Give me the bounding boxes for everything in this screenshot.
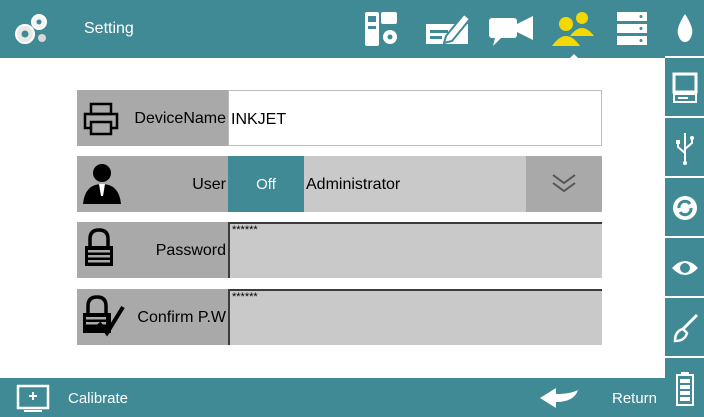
device-name-label-cell: DeviceName: [77, 90, 228, 146]
top-bar: Setting: [0, 0, 665, 60]
printer-icon: [83, 102, 119, 136]
calibrate-button[interactable]: Calibrate: [68, 390, 128, 407]
server-icon[interactable]: [614, 10, 650, 48]
lock-check-icon: [83, 295, 125, 337]
user-selected-value: Administrator: [306, 176, 401, 193]
user-select[interactable]: Administrator: [304, 156, 602, 212]
user-label: User: [192, 176, 226, 193]
confirm-password-input[interactable]: ******: [228, 289, 602, 345]
device-name-row: DeviceName INKJET: [77, 90, 602, 146]
user-row: User Off Administrator: [77, 156, 602, 212]
device-settings-icon[interactable]: [363, 10, 399, 48]
dropdown-button[interactable]: [526, 156, 602, 212]
confirm-value: ******: [232, 291, 258, 303]
camera-icon[interactable]: [487, 10, 535, 48]
password-value: ******: [232, 224, 258, 236]
chevron-down-double-icon: [552, 174, 576, 193]
device-name-value: INKJET: [231, 111, 287, 128]
password-input[interactable]: ******: [228, 222, 602, 278]
right-sidebar: [665, 0, 704, 417]
eye-icon[interactable]: [665, 240, 704, 298]
confirm-password-row: Confirm P.W ******: [77, 289, 602, 345]
user-label-cell: User: [77, 156, 228, 212]
calibrate-icon[interactable]: [16, 384, 50, 414]
return-icon[interactable]: [538, 386, 580, 410]
settings-gears-icon[interactable]: [12, 10, 50, 48]
device-name-input[interactable]: INKJET: [228, 90, 602, 146]
password-label: Password: [155, 242, 226, 259]
device-name-label: DeviceName: [134, 110, 226, 127]
ink-drop-icon[interactable]: [665, 0, 704, 58]
usb-icon[interactable]: [665, 120, 704, 178]
battery-icon[interactable]: [665, 360, 704, 417]
password-row: Password ******: [77, 222, 602, 278]
return-button[interactable]: Return: [612, 390, 657, 407]
lock-icon: [85, 228, 113, 266]
user-icon: [83, 164, 121, 204]
confirm-label: Confirm P.W: [137, 309, 226, 326]
brush-icon[interactable]: [665, 300, 704, 358]
password-label-cell: Password: [77, 222, 228, 278]
page-title: Setting: [84, 20, 134, 37]
edit-document-icon[interactable]: [424, 10, 474, 48]
user-toggle[interactable]: Off: [228, 156, 304, 212]
monitor-icon[interactable]: [665, 60, 704, 118]
confirm-label-cell: Confirm P.W: [77, 289, 228, 345]
bottom-bar: Calibrate Return: [0, 378, 665, 417]
refresh-icon[interactable]: [665, 180, 704, 238]
users-icon[interactable]: [548, 10, 600, 60]
